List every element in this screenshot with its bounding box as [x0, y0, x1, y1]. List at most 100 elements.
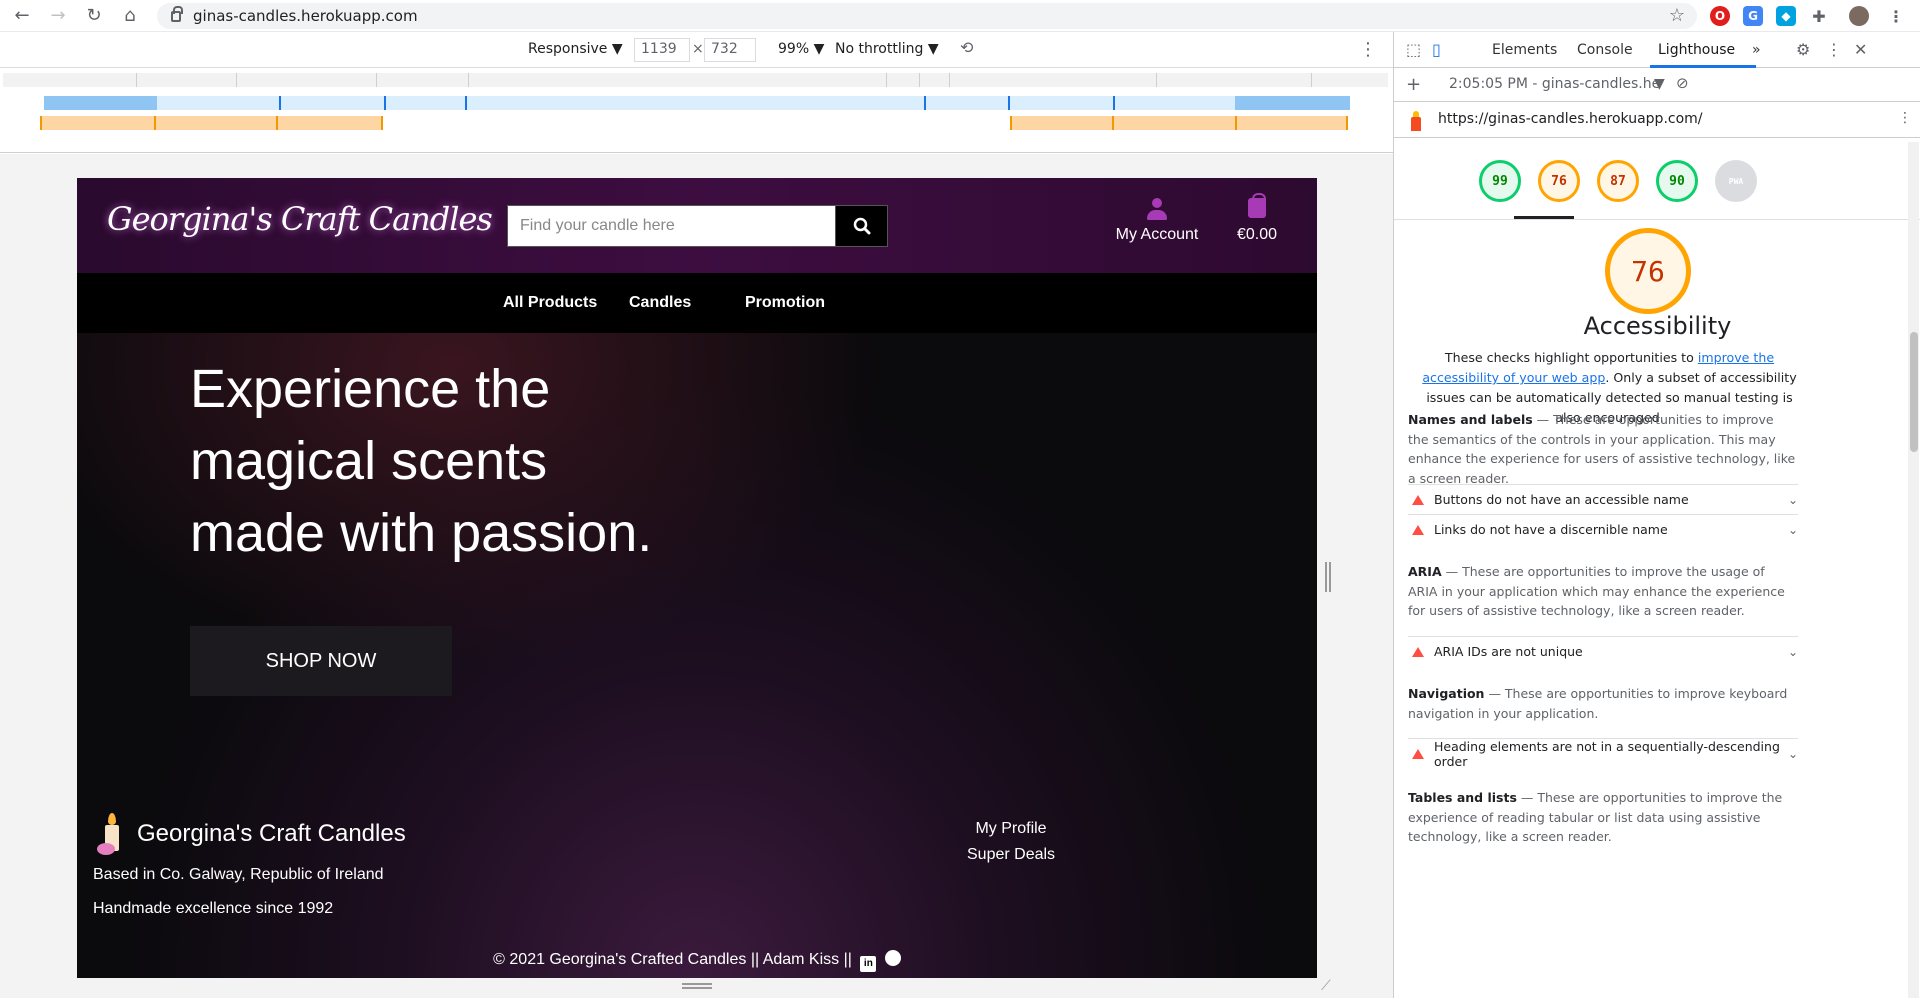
group-aria: ARIA — These are opportunities to improv… — [1408, 562, 1798, 621]
footer-link-my-profile[interactable]: My Profile — [967, 816, 1055, 842]
lock-icon[interactable] — [171, 5, 183, 22]
tab-console[interactable]: Console — [1577, 42, 1633, 58]
audit-link-name[interactable]: Links do not have a discernible name ⌄ — [1408, 514, 1798, 544]
seo-gauge[interactable]: 90 — [1656, 160, 1698, 202]
hexagon-extension-icon[interactable]: ◆ — [1776, 6, 1796, 26]
best-practices-gauge[interactable]: 87 — [1597, 160, 1639, 202]
dimension-separator: × — [692, 41, 704, 57]
address-bar[interactable]: ginas-candles.herokuapp.com ☆ — [157, 3, 1697, 29]
footer-brand-name: Georgina's Craft Candles — [137, 820, 406, 847]
opera-extension-icon[interactable]: O — [1710, 6, 1730, 26]
chevron-down-icon: ⌄ — [1787, 747, 1798, 761]
accessibility-gauge[interactable]: 76 — [1538, 160, 1580, 202]
chevron-down-icon: ⌄ — [1787, 523, 1798, 537]
clear-reports-icon[interactable]: ⊘ — [1676, 74, 1689, 92]
reload-icon[interactable]: ↻ — [76, 0, 112, 32]
lighthouse-icon — [1408, 111, 1424, 131]
group-title: Tables and lists — [1408, 790, 1517, 805]
site-header: Georgina's Craft Candles Find your candl… — [77, 178, 1317, 273]
fail-triangle-icon — [1412, 748, 1424, 759]
corner-resize-handle[interactable]: ⟋ — [1321, 978, 1331, 994]
url-text[interactable]: ginas-candles.herokuapp.com — [193, 7, 418, 25]
score-gauges: 99 76 87 90 PWA — [1394, 142, 1920, 220]
shop-now-button[interactable]: SHOP NOW — [190, 626, 452, 696]
tab-lighthouse[interactable]: Lighthouse — [1658, 42, 1735, 58]
device-toggle-icon[interactable]: ▯ — [1432, 40, 1450, 59]
back-icon[interactable]: ← — [4, 0, 40, 32]
home-icon[interactable]: ⌂ — [112, 0, 148, 32]
audit-button-name[interactable]: Buttons do not have an accessible name ⌄ — [1408, 484, 1798, 514]
report-scrollbar[interactable] — [1908, 142, 1919, 998]
tab-elements[interactable]: Elements — [1492, 42, 1557, 58]
footer-since: Handmade excellence since 1992 — [93, 900, 334, 917]
candle-icon — [95, 813, 127, 855]
translate-extension-icon[interactable]: G — [1743, 6, 1763, 26]
width-resize-handle[interactable] — [1325, 562, 1331, 592]
emulated-website: Georgina's Craft Candles Find your candl… — [77, 178, 1317, 978]
report-scrollbar-thumb[interactable] — [1910, 332, 1918, 452]
cart-total: €0.00 — [1236, 226, 1278, 243]
audit-duplicate-aria-id[interactable]: ARIA IDs are not unique ⌄ — [1408, 636, 1798, 666]
search-input[interactable]: Find your candle here — [507, 205, 837, 247]
search-button[interactable] — [835, 205, 888, 247]
forward-icon[interactable]: → — [40, 0, 76, 32]
bookmark-star-icon[interactable]: ☆ — [1669, 5, 1685, 26]
hero-line: Experience the — [190, 359, 551, 419]
footer-links: My Profile Super Deals — [967, 816, 1055, 868]
group-navigation: Navigation — These are opportunities to … — [1408, 684, 1798, 723]
media-query-row-minmax[interactable] — [44, 96, 1350, 110]
media-query-row-max[interactable] — [3, 73, 1388, 87]
device-options-icon[interactable]: ⋮ — [1359, 39, 1377, 60]
chevron-down-icon: ⌄ — [1787, 493, 1798, 507]
audit-title: Links do not have a discernible name — [1434, 522, 1668, 537]
profile-avatar[interactable] — [1849, 6, 1869, 26]
footer-link-super-deals[interactable]: Super Deals — [967, 842, 1055, 868]
media-query-bars — [0, 69, 1393, 153]
zoom-select[interactable]: 99% ▼ — [778, 41, 824, 57]
nav-all-products[interactable]: All Products — [503, 294, 597, 312]
more-tabs-icon[interactable]: » — [1752, 42, 1761, 58]
pwa-gauge[interactable]: PWA — [1715, 160, 1757, 202]
devtools-menu-icon[interactable]: ⋮ — [1826, 40, 1844, 59]
footer-location: Based in Co. Galway, Republic of Ireland — [93, 866, 384, 883]
report-menu-icon[interactable]: ⋮ — [1898, 110, 1912, 126]
settings-gear-icon[interactable]: ⚙ — [1796, 40, 1814, 59]
new-report-icon[interactable]: + — [1406, 74, 1421, 95]
rotate-icon[interactable]: ⟲ — [960, 38, 973, 57]
hero-heading: Experience the magical scents made with … — [190, 353, 790, 569]
viewport-width-input[interactable]: 1139 — [634, 38, 690, 62]
browser-menu-icon[interactable]: ⋮ — [1886, 6, 1906, 26]
throttling-select[interactable]: No throttling ▼ — [835, 41, 939, 57]
close-devtools-icon[interactable]: ✕ — [1854, 40, 1872, 59]
footer-brand: Georgina's Craft Candles — [95, 813, 406, 855]
shopping-bag-icon — [1248, 193, 1266, 218]
description-text: These checks highlight opportunities to — [1444, 350, 1698, 365]
audit-title: Buttons do not have an accessible name — [1434, 492, 1689, 507]
report-url[interactable]: https://ginas-candles.herokuapp.com/ — [1438, 111, 1703, 127]
account-label: My Account — [1115, 226, 1199, 243]
device-select[interactable]: Responsive ▼ — [528, 41, 623, 57]
cart-link[interactable]: €0.00 — [1227, 193, 1287, 244]
site-logo[interactable]: Georgina's Craft Candles — [107, 200, 493, 238]
extensions-puzzle-icon[interactable]: ✚ — [1809, 6, 1829, 26]
nav-candles[interactable]: Candles — [629, 294, 691, 312]
performance-gauge[interactable]: 99 — [1479, 160, 1521, 202]
audit-title: ARIA IDs are not unique — [1434, 644, 1583, 659]
height-resize-handle[interactable] — [682, 983, 712, 989]
github-icon[interactable] — [884, 950, 901, 966]
fail-triangle-icon — [1412, 494, 1424, 505]
inspect-element-icon[interactable]: ⬚ — [1406, 40, 1424, 59]
report-select[interactable]: 2:05:05 PM - ginas-candles.he — [1449, 76, 1660, 92]
selected-gauge-indicator — [1514, 216, 1574, 219]
fail-triangle-icon — [1412, 524, 1424, 535]
viewport-height-input[interactable]: 732 — [704, 38, 756, 62]
category-title: Accessibility — [1583, 312, 1732, 340]
hero-line: made with passion. — [190, 503, 653, 563]
nav-promotion[interactable]: Promotion — [745, 294, 825, 312]
report-url-bar: https://ginas-candles.herokuapp.com/ ⋮ — [1394, 102, 1920, 138]
linkedin-icon[interactable]: in — [860, 956, 877, 972]
report-dropdown-icon[interactable]: ▼ — [1654, 76, 1665, 92]
audit-heading-order[interactable]: Heading elements are not in a sequential… — [1408, 738, 1798, 769]
my-account-link[interactable]: My Account — [1112, 198, 1202, 244]
devtools-panel: ⬚ ▯ Elements Console Lighthouse » ⚙ ⋮ ✕ … — [1393, 32, 1920, 998]
